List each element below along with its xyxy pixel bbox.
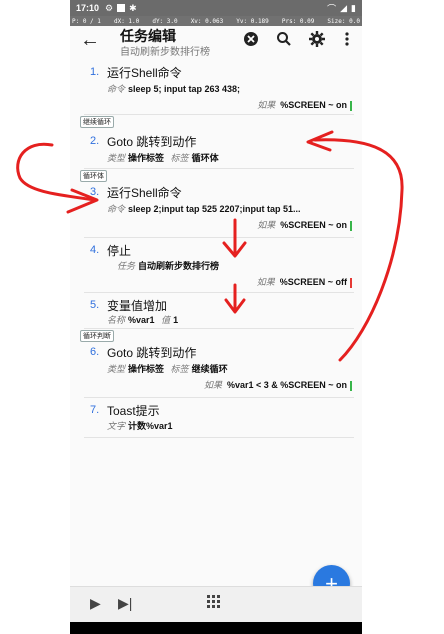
- arg-key: 任务: [117, 261, 136, 271]
- action-arg: 类型 操作标签 标签 继续循环: [107, 362, 357, 375]
- cond-value: %SCREEN ~ on: [280, 100, 347, 110]
- arg-key: 命令: [107, 84, 126, 94]
- arg-key-2: 值: [161, 315, 171, 325]
- arg-key: 命令: [107, 204, 126, 214]
- pointer-yv: Yv: 0.189: [236, 17, 269, 25]
- pointer-count: P: 0 / 1: [72, 17, 101, 25]
- cond-value: %SCREEN ~ off: [279, 277, 347, 287]
- action-condition: 如果 %SCREEN ~ on: [257, 98, 352, 111]
- action-item-4[interactable]: 4. 停止 任务 自动刷新步数排行榜 如果 %SCREEN ~ off: [84, 238, 354, 293]
- cond-key: 如果: [257, 100, 276, 110]
- action-arg: 任务 自动刷新步数排行榜: [117, 259, 362, 272]
- gear-icon[interactable]: [308, 30, 326, 48]
- arg-key: 类型: [107, 153, 126, 163]
- arg-value: sleep 2;input tap 525 2207;input tap 51.…: [128, 204, 301, 214]
- pointer-prs: Prs: 0.09: [281, 17, 315, 25]
- pointer-dy: dY: 3.0: [152, 17, 178, 25]
- action-name: Goto 跳转到动作: [107, 346, 197, 360]
- action-condition: 如果 %SCREEN ~ on: [257, 218, 352, 231]
- cancel-icon[interactable]: [242, 30, 260, 48]
- status-bar: 17:10 ⚙ ✱ ⌒ ◢ ▮: [70, 0, 362, 16]
- action-name: 停止: [107, 244, 132, 258]
- cond-value: %var1 < 3 & %SCREEN ~ on: [226, 380, 347, 390]
- arg-value-2: 循环体: [191, 153, 219, 163]
- action-number: 1.: [90, 66, 100, 78]
- condition-indicator: [350, 220, 352, 231]
- action-number: 4.: [90, 244, 100, 256]
- search-icon[interactable]: [275, 30, 293, 48]
- grid-icon[interactable]: [207, 595, 221, 612]
- action-item-6[interactable]: 循环判断 6. Goto 跳转到动作 类型 操作标签 标签 继续循环 如果 %var1…: [80, 329, 357, 398]
- cond-key: 如果: [203, 380, 222, 390]
- pointer-location-bar: P: 0 / 1 dX: 1.0 dY: 3.0 Xv: 0.063 Yv: 0…: [70, 16, 362, 26]
- arg-value: 操作标签: [128, 153, 165, 163]
- arg-value-2: 1: [173, 315, 179, 325]
- action-item-1[interactable]: 1. 运行Shell命令 命令 sleep 5; input tap 263 43…: [84, 60, 354, 115]
- pointer-xv: Xv: 0.063: [190, 17, 224, 25]
- action-number: 2.: [90, 135, 100, 147]
- page-subtitle: 自动刷新步数排行榜: [120, 47, 210, 58]
- arg-key: 类型: [107, 364, 126, 374]
- condition-indicator: [350, 277, 352, 288]
- pointer-size: Size: 0.0: [327, 17, 360, 25]
- arg-key-2: 标签: [170, 364, 189, 374]
- step-icon[interactable]: ▶|: [118, 595, 132, 612]
- condition-indicator: [350, 100, 352, 111]
- signal-icon: ◢: [340, 2, 348, 13]
- arg-value: 自动刷新步数排行榜: [138, 261, 220, 271]
- action-number: 3.: [90, 186, 100, 198]
- action-number: 6.: [90, 346, 100, 358]
- action-list: 1. 运行Shell命令 命令 sleep 5; input tap 263 43…: [78, 60, 354, 438]
- arg-value: 操作标签: [128, 364, 165, 374]
- action-condition: 如果 %var1 < 3 & %SCREEN ~ on: [204, 378, 352, 391]
- cast-icon: ✱: [129, 2, 137, 13]
- action-name: 运行Shell命令: [107, 66, 182, 80]
- arg-key-2: 标签: [170, 153, 189, 163]
- action-arg: 文字 计数%var1: [107, 419, 357, 432]
- more-vert-icon[interactable]: [338, 30, 356, 48]
- arg-key: 名称: [107, 315, 126, 325]
- action-name: 变量值增加: [107, 299, 168, 313]
- action-name: 运行Shell命令: [107, 186, 182, 200]
- action-label: 继续循环: [80, 116, 114, 128]
- play-icon[interactable]: ▶: [90, 595, 101, 612]
- notification-icon: [117, 4, 126, 12]
- action-item-5[interactable]: 5. 变量值增加 名称 %var1 值1: [84, 293, 354, 329]
- battery-icon: ▮: [351, 2, 356, 13]
- action-label: 循环判断: [80, 330, 114, 342]
- system-nav-bar: [70, 622, 362, 634]
- action-item-3[interactable]: 循环体 3. 运行Shell命令 命令 sleep 2;input tap 525…: [80, 169, 357, 238]
- action-condition: 如果 %SCREEN ~ off: [257, 275, 352, 288]
- cond-value: %SCREEN ~ on: [280, 220, 347, 230]
- arg-value: sleep 5; input tap 263 438;: [128, 84, 241, 94]
- back-arrow-icon[interactable]: ←: [80, 28, 100, 52]
- action-item-2[interactable]: 继续循环 2. Goto 跳转到动作 类型 操作标签 标签 循环体: [80, 115, 357, 169]
- action-item-7[interactable]: 7. Toast提示 文字 计数%var1: [84, 398, 354, 438]
- action-number: 7.: [90, 404, 100, 416]
- action-arg: 类型 操作标签 标签 循环体: [107, 151, 357, 164]
- condition-indicator: [350, 380, 352, 391]
- action-label: 循环体: [80, 170, 107, 182]
- arg-value-2: 继续循环: [191, 364, 228, 374]
- arg-value: %var1: [128, 315, 155, 325]
- action-arg: 命令 sleep 5; input tap 263 438;: [107, 82, 357, 95]
- action-name: Toast提示: [107, 404, 160, 418]
- action-arg: 命令 sleep 2;input tap 525 2207;input tap 5…: [107, 202, 357, 215]
- action-name: Goto 跳转到动作: [107, 135, 197, 149]
- settings-icon: ⚙: [105, 2, 114, 13]
- cond-key: 如果: [257, 220, 276, 230]
- cond-key: 如果: [256, 277, 275, 287]
- bottom-toolbar: ▶ ▶|: [70, 586, 362, 622]
- status-time: 17:10: [76, 3, 100, 13]
- phone-screen: 17:10 ⚙ ✱ ⌒ ◢ ▮ P: 0 / 1 dX: 1.0 dY: 3.0…: [70, 0, 362, 634]
- arg-value: 计数%var1: [128, 421, 173, 431]
- wifi-icon: ⌒: [327, 3, 337, 14]
- action-number: 5.: [90, 299, 100, 311]
- app-bar: ← 任务编辑 自动刷新步数排行榜: [70, 26, 362, 58]
- pointer-dx: dX: 1.0: [113, 17, 140, 25]
- arg-key: 文字: [107, 421, 126, 431]
- action-arg: 名称 %var1 值1: [107, 313, 357, 326]
